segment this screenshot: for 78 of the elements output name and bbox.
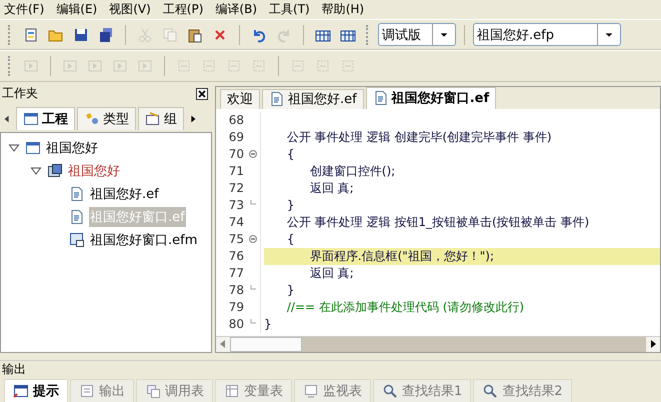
code-line: }: [286, 196, 296, 214]
output-tab[interactable]: 查找结果2: [473, 378, 572, 402]
window-icon: [25, 140, 41, 156]
line-number: 69: [228, 130, 245, 144]
code-line: 返回 真;: [308, 180, 355, 197]
line-number: 70: [228, 147, 245, 162]
window-icon: [23, 111, 39, 128]
search-icon: [482, 382, 498, 399]
output-tab[interactable]: 监视表: [294, 378, 371, 402]
stack-icon: [145, 382, 161, 399]
close-icon[interactable]: [196, 88, 208, 100]
output-tab[interactable]: 输出: [70, 378, 134, 402]
new-file-icon[interactable]: [23, 26, 39, 43]
panel-title: 输出: [2, 360, 26, 378]
list-icon: [79, 382, 95, 399]
output-tab[interactable]: 变量表: [215, 378, 292, 402]
tree-item[interactable]: 祖国您好.ef: [89, 184, 160, 204]
line-number: 75: [228, 232, 245, 246]
code-line: {: [286, 230, 296, 248]
horizontal-scrollbar[interactable]: [216, 336, 660, 352]
document-icon: [372, 90, 389, 106]
line-number: 71: [228, 164, 245, 178]
output-tab[interactable]: 查找结果1: [373, 378, 472, 402]
code-line: 公开 事件处理 逻辑 按钮1_按钮被单击(按钮被单击 事件): [286, 214, 590, 231]
panel-title: 工作夹: [2, 85, 38, 102]
editor-tab[interactable]: 祖国您好窗口.ef: [366, 86, 496, 109]
clipboard-icon[interactable]: [187, 26, 203, 43]
module-icon: [47, 163, 63, 180]
document-icon: [69, 209, 85, 226]
tree-item[interactable]: 祖国您好: [45, 138, 99, 158]
collapse-icon[interactable]: [249, 235, 257, 244]
collapse-icon[interactable]: [249, 150, 257, 158]
tree-item[interactable]: 祖国您好窗口.efm: [89, 230, 198, 250]
menu-item[interactable]: 编译(B): [215, 0, 258, 18]
line-number: 79: [228, 300, 245, 314]
dropdown[interactable]: 调试版: [378, 23, 456, 46]
code-line: }: [286, 282, 296, 299]
component-icon: [145, 111, 161, 128]
code-line: 创建窗口控件();: [308, 162, 396, 180]
output-tab[interactable]: 调用表: [136, 378, 213, 402]
editor-tab[interactable]: 祖国您好.ef: [262, 88, 364, 109]
code-line: }: [264, 316, 273, 333]
line-number: 80: [228, 317, 245, 332]
panel-tab[interactable]: 类型: [77, 107, 136, 130]
line-number: 72: [228, 181, 245, 196]
form-icon: [69, 232, 85, 248]
line-number: 74: [228, 215, 245, 230]
menu-item[interactable]: 工程(P): [162, 0, 204, 18]
tip-icon: [13, 382, 29, 399]
code-comment: //== 在此添加事件处理代码 (请勿修改此行): [286, 298, 526, 316]
search-icon: [382, 382, 398, 399]
document-icon: [69, 186, 85, 202]
menu-item[interactable]: 编辑(E): [56, 0, 98, 18]
code-line: 公开 事件处理 逻辑 创建完毕(创建完毕事件 事件): [286, 128, 553, 146]
table-icon: [224, 382, 240, 399]
menu-item[interactable]: 视图(V): [109, 0, 151, 18]
output-tab[interactable]: 提示: [4, 378, 68, 402]
document-icon: [269, 91, 285, 108]
menu-item[interactable]: 帮助(H): [322, 0, 364, 18]
line-number: 78: [228, 283, 245, 298]
line-number: 68: [228, 113, 245, 128]
editor-tab[interactable]: 欢迎: [220, 88, 260, 109]
expander-icon[interactable]: [30, 165, 42, 178]
scrollbar-thumb[interactable]: [230, 336, 302, 352]
stacked-disks-icon[interactable]: [98, 26, 114, 43]
panel-tab[interactable]: 工程: [16, 107, 75, 130]
line-number: 73: [228, 198, 245, 212]
line-number: 76: [228, 249, 245, 264]
menu-item[interactable]: 工具(T): [269, 0, 310, 18]
dropdown[interactable]: 祖国您好.efp: [473, 23, 621, 46]
line-number: 77: [228, 266, 245, 280]
code-line: {: [286, 146, 296, 163]
expander-icon[interactable]: [8, 142, 20, 154]
tree-item[interactable]: 祖国您好: [67, 161, 121, 182]
code-line: 返回 真;: [308, 264, 355, 282]
panel-tab[interactable]: 组: [138, 107, 184, 130]
menu-item[interactable]: 文件(F): [4, 0, 44, 18]
monitor-icon: [303, 382, 319, 399]
